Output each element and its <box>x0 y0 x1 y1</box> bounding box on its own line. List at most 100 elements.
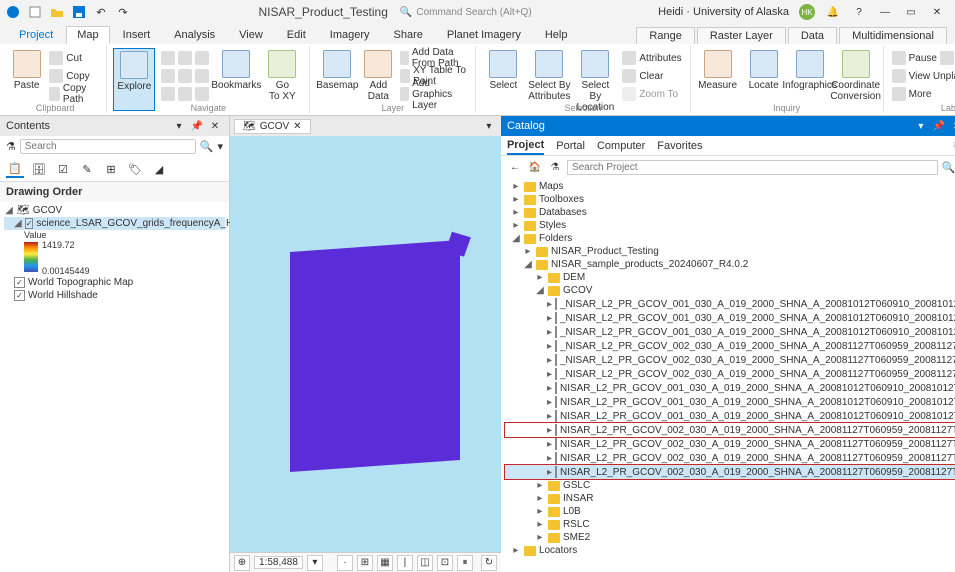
ctx-tab-range[interactable]: Range <box>636 27 694 44</box>
catalog-dropdown-icon[interactable]: ▾ <box>913 118 929 134</box>
cat-file-3[interactable]: ▸_NISAR_L2_PR_GCOV_002_030_A_019_2000_SH… <box>505 339 955 353</box>
attributes-button[interactable]: Attributes <box>622 50 681 66</box>
cat-folder-gslc[interactable]: ▸GSLC <box>505 479 955 492</box>
selection-chip-icon[interactable]: ◫ <box>417 555 433 571</box>
cat-folder-insar[interactable]: ▸INSAR <box>505 492 955 505</box>
add-graphics-button[interactable]: Add Graphics Layer <box>400 86 467 102</box>
cat-file-10[interactable]: ▸NISAR_L2_PR_GCOV_002_030_A_019_2000_SHN… <box>505 437 955 451</box>
map-canvas[interactable] <box>230 136 501 552</box>
tab-share[interactable]: Share <box>383 26 434 44</box>
drawing-mode-icon[interactable]: ⊡ <box>437 555 453 571</box>
catalog-close-icon[interactable]: ✕ <box>949 118 955 134</box>
tab-planet[interactable]: Planet Imagery <box>436 26 532 44</box>
user-avatar[interactable]: HK <box>799 4 815 20</box>
ctx-tab-data[interactable]: Data <box>788 27 837 44</box>
basemap-button[interactable]: Basemap <box>316 48 358 111</box>
catalog-home-icon[interactable]: 🏠 <box>527 159 543 175</box>
tab-view[interactable]: View <box>228 26 274 44</box>
cat-folders[interactable]: ◢Folders <box>505 232 955 245</box>
catalog-tab-favorites[interactable]: Favorites <box>657 138 702 154</box>
coord-conv-button[interactable]: Coordinate Conversion <box>835 48 877 111</box>
nav-btn-1[interactable] <box>161 50 209 66</box>
goto-xy-button[interactable]: Go To XY <box>261 48 303 111</box>
cat-folder-rslc[interactable]: ▸RSLC <box>505 518 955 531</box>
measure-button[interactable]: Measure <box>697 48 739 111</box>
pause-drawing-icon[interactable]: ⏸ <box>457 555 473 571</box>
help-icon[interactable]: ? <box>851 4 867 20</box>
list-selection-icon[interactable]: ☑ <box>54 160 72 178</box>
cat-file-9[interactable]: ▸NISAR_L2_PR_GCOV_002_030_A_019_2000_SHN… <box>505 423 955 437</box>
command-search[interactable]: 🔍 Command Search (Alt+Q) <box>400 7 532 18</box>
tree-map-root[interactable]: ◢🗺 GCOV <box>4 204 225 217</box>
catalog-search-input[interactable] <box>567 160 938 175</box>
cat-file-11[interactable]: ▸NISAR_L2_PR_GCOV_002_030_A_019_2000_SHN… <box>505 451 955 465</box>
view-unplaced-button[interactable]: View Unplaced <box>892 68 955 84</box>
nav-btn[interactable]: ⊕ <box>234 555 250 571</box>
cat-file-12[interactable]: ▸NISAR_L2_PR_GCOV_002_030_A_019_2000_SHN… <box>505 465 955 479</box>
grid-icon[interactable]: ▦ <box>377 555 393 571</box>
cat-file-1[interactable]: ▸_NISAR_L2_PR_GCOV_001_030_A_019_2000_SH… <box>505 311 955 325</box>
search-icon[interactable]: 🔍 <box>200 140 214 153</box>
notifications-icon[interactable]: 🔔 <box>825 4 841 20</box>
pane-dropdown-icon[interactable]: ▾ <box>171 118 187 134</box>
tab-help[interactable]: Help <box>534 26 579 44</box>
list-perspective-icon[interactable]: ◢ <box>150 160 168 178</box>
add-data-button[interactable]: Add Data <box>362 48 394 111</box>
filter-icon[interactable]: ⚗ <box>6 140 16 153</box>
add-data-path-button[interactable]: Add Data From Path <box>400 50 467 66</box>
cut-button[interactable]: Cut <box>49 50 98 66</box>
user-label[interactable]: Heidi · University of Alaska <box>658 6 789 18</box>
cat-locators[interactable]: ▸Locators <box>505 544 955 557</box>
minimize-icon[interactable]: — <box>877 4 893 20</box>
cat-file-6[interactable]: ▸NISAR_L2_PR_GCOV_001_030_A_019_2000_SHN… <box>505 381 955 395</box>
map-tab-gcov[interactable]: 🗺 GCOV ✕ <box>234 119 311 134</box>
open-icon[interactable] <box>48 3 66 21</box>
pane-close-icon[interactable]: ✕ <box>207 118 223 134</box>
contents-search-input[interactable] <box>20 139 196 154</box>
copy-path-button[interactable]: Copy Path <box>49 86 98 102</box>
pane-pin-icon[interactable]: 📌 <box>189 118 205 134</box>
pause-button[interactable]: Pause Lock <box>892 50 955 66</box>
tree-layer-hillshade[interactable]: ✓World Hillshade <box>4 289 225 302</box>
bookmarks-button[interactable]: Bookmarks <box>215 48 257 111</box>
cat-toolboxes[interactable]: ▸Toolboxes <box>505 193 955 206</box>
zoom-to-button[interactable]: Zoom To <box>622 86 681 102</box>
undo-icon[interactable]: ↶ <box>92 3 110 21</box>
cat-maps[interactable]: ▸Maps <box>505 180 955 193</box>
cat-folder-sme2[interactable]: ▸SME2 <box>505 531 955 544</box>
more-labeling-button[interactable]: More <box>892 86 955 102</box>
dynamic-text-icon[interactable]: | <box>397 555 413 571</box>
cat-folder-root[interactable]: ▸NISAR_Product_Testing <box>505 245 955 258</box>
cat-file-8[interactable]: ▸NISAR_L2_PR_GCOV_001_030_A_019_2000_SHN… <box>505 409 955 423</box>
catalog-pin-icon[interactable]: 📌 <box>931 118 947 134</box>
catalog-tab-computer[interactable]: Computer <box>597 138 645 154</box>
list-drawing-order-icon[interactable]: 📋 <box>6 160 24 178</box>
clear-button[interactable]: Clear <box>622 68 681 84</box>
list-source-icon[interactable]: 🗄 <box>30 160 48 178</box>
tab-imagery[interactable]: Imagery <box>319 26 381 44</box>
redo-icon[interactable]: ↷ <box>114 3 132 21</box>
app-menu-icon[interactable] <box>4 3 22 21</box>
cat-folder-l0b[interactable]: ▸L0B <box>505 505 955 518</box>
close-icon[interactable]: ✕ <box>929 4 945 20</box>
search-dropdown-icon[interactable]: ▾ <box>217 140 223 153</box>
map-view-menu-icon[interactable]: ▾ <box>481 118 497 134</box>
cat-styles[interactable]: ▸Styles <box>505 219 955 232</box>
scale-input[interactable]: 1:58,488 <box>254 556 303 569</box>
cat-file-7[interactable]: ▸NISAR_L2_PR_GCOV_001_030_A_019_2000_SHN… <box>505 395 955 409</box>
catalog-tab-portal[interactable]: Portal <box>556 138 585 154</box>
catalog-tab-project[interactable]: Project <box>507 137 544 155</box>
list-snapping-icon[interactable]: ⊞ <box>102 160 120 178</box>
cat-file-2[interactable]: ▸_NISAR_L2_PR_GCOV_001_030_A_019_2000_SH… <box>505 325 955 339</box>
cat-folder-dem[interactable]: ▸DEM <box>505 271 955 284</box>
snapping-icon[interactable]: ⊞ <box>357 555 373 571</box>
catalog-search-icon[interactable]: 🔍 <box>942 161 955 174</box>
maximize-icon[interactable]: ▭ <box>903 4 919 20</box>
scale-dropdown[interactable]: ▾ <box>307 555 323 571</box>
tab-close-icon[interactable]: ✕ <box>293 121 301 132</box>
catalog-filter-icon[interactable]: ⚗ <box>547 159 563 175</box>
refresh-icon[interactable]: ↻ <box>481 555 497 571</box>
tab-insert[interactable]: Insert <box>112 26 162 44</box>
cat-file-5[interactable]: ▸_NISAR_L2_PR_GCOV_002_030_A_019_2000_SH… <box>505 367 955 381</box>
explore-button[interactable]: Explore <box>113 48 155 111</box>
